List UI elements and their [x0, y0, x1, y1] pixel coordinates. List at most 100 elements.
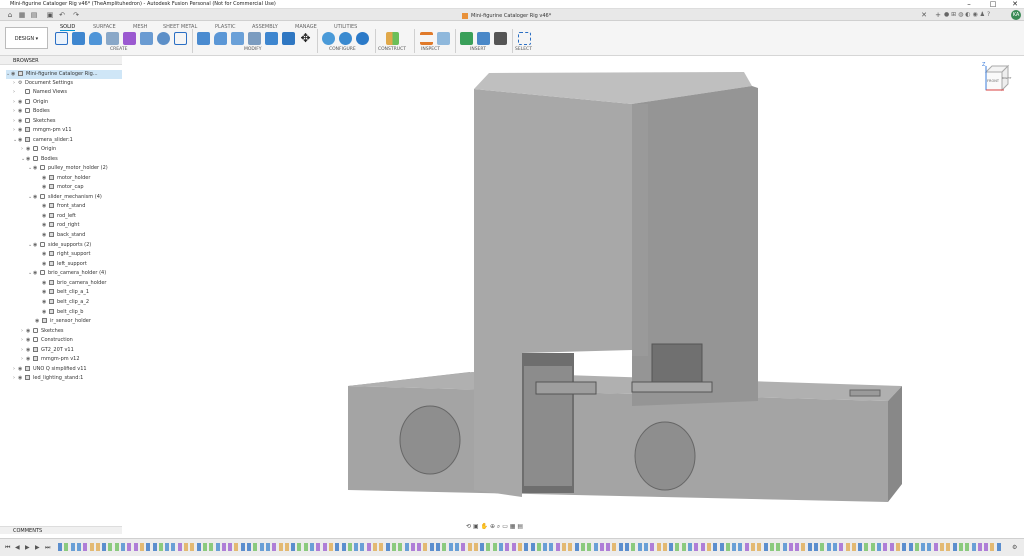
document-tab[interactable]: Mini-figurine Cataloger Rig v46*	[462, 11, 551, 21]
timeline-feature-icon[interactable]	[499, 543, 503, 551]
tree-node[interactable]: ◉ rod_right	[37, 221, 79, 230]
timeline-feature-icon[interactable]	[209, 543, 214, 551]
timeline-feature-icon[interactable]	[706, 543, 711, 551]
timeline-feature-icon[interactable]	[536, 543, 541, 551]
timeline-feature-icon[interactable]	[58, 543, 62, 551]
tree-node[interactable]: ⌄◉ slider_mechanism (4)	[28, 193, 102, 202]
timeline-feature-icon[interactable]	[423, 543, 428, 551]
tab-solid[interactable]: SOLID	[60, 24, 76, 31]
timeline-feature-icon[interactable]	[247, 543, 251, 551]
measure-icon[interactable]	[420, 32, 433, 45]
timeline-feature-icon[interactable]	[839, 543, 844, 551]
timeline-feature-icon[interactable]	[877, 543, 881, 551]
timeline-feature-icon[interactable]	[549, 543, 554, 551]
eye-icon[interactable]: ◉	[26, 346, 33, 355]
timeline-feature-icon[interactable]	[895, 543, 900, 551]
eye-icon[interactable]: ◉	[42, 221, 49, 230]
shell-icon[interactable]	[248, 32, 261, 45]
modify-group-label[interactable]: MODIFY	[244, 47, 262, 52]
form-icon[interactable]	[123, 32, 136, 45]
press-pull-icon[interactable]	[197, 32, 210, 45]
configure-table-icon[interactable]	[339, 32, 352, 45]
tree-node[interactable]: ◉ motor_holder	[37, 174, 90, 183]
timeline-feature-icon[interactable]	[574, 543, 579, 551]
tree-node[interactable]: › ◉ GT2_20T v11	[21, 346, 74, 355]
view-cube[interactable]: Z FRONT RIGHT	[982, 62, 1012, 96]
timeline-feature-icon[interactable]	[158, 543, 163, 551]
timeline-feature-icon[interactable]	[133, 543, 138, 551]
timeline-feature-icon[interactable]	[473, 543, 478, 551]
timeline-feature-icon[interactable]	[914, 543, 919, 551]
timeline-feature-icon[interactable]	[625, 543, 629, 551]
offset-face-icon[interactable]	[282, 32, 295, 45]
timeline-feature-icon[interactable]	[889, 543, 894, 551]
timeline-feature-icon[interactable]	[883, 543, 888, 551]
tree-node[interactable]: › ⚙ Document Settings	[13, 79, 73, 88]
tab-assembly[interactable]: ASSEMBLY	[252, 24, 278, 30]
timeline-feature-icon[interactable]	[700, 543, 705, 551]
timeline-feature-icon[interactable]	[776, 543, 781, 551]
bounding-box-icon[interactable]	[174, 32, 187, 45]
timeline-feature-icon[interactable]	[259, 543, 264, 551]
timeline-feature-icon[interactable]	[593, 543, 598, 551]
revolve-icon[interactable]	[89, 32, 102, 45]
timeline-feature-icon[interactable]	[303, 543, 308, 551]
tab-utilities[interactable]: UTILITIES	[334, 24, 357, 30]
timeline-feature-icon[interactable]	[618, 543, 623, 551]
timeline-feature-icon[interactable]	[341, 543, 346, 551]
timeline-feature-icon[interactable]	[221, 543, 226, 551]
timeline-feature-icon[interactable]	[177, 543, 182, 551]
timeline-feature-icon[interactable]	[851, 543, 856, 551]
eye-icon[interactable]: ◉	[18, 136, 25, 145]
timeline-feature-icon[interactable]	[429, 543, 434, 551]
timeline-feature-icon[interactable]	[297, 543, 302, 551]
configure-parameters-icon[interactable]	[322, 32, 335, 45]
timeline-feature-icon[interactable]	[751, 543, 755, 551]
user-avatar[interactable]: KA	[1011, 10, 1021, 20]
eye-icon[interactable]: ◉	[42, 250, 49, 259]
timeline-feature-icon[interactable]	[202, 543, 207, 551]
timeline-feature-icon[interactable]	[272, 543, 277, 551]
tree-node[interactable]: ◉ right_support	[37, 250, 90, 259]
timeline-feature-icon[interactable]	[505, 543, 510, 551]
timeline-feature-icon[interactable]	[310, 543, 314, 551]
comments-panel[interactable]: COMMENTS	[0, 526, 122, 534]
timeline-feature-icon[interactable]	[555, 543, 560, 551]
timeline-feature-icon[interactable]	[927, 543, 932, 551]
eye-icon[interactable]: ◉	[18, 107, 25, 116]
pattern-icon[interactable]	[157, 32, 170, 45]
step-forward-button[interactable]: ▶	[35, 544, 40, 551]
timeline-feature-icon[interactable]	[681, 543, 686, 551]
eye-icon[interactable]: ◉	[33, 193, 40, 202]
timeline-feature-icon[interactable]	[83, 543, 88, 551]
chamfer-icon[interactable]	[231, 32, 244, 45]
eye-icon[interactable]: ◉	[26, 327, 33, 336]
viewports-icon[interactable]: ▤	[517, 523, 523, 530]
timeline-feature-icon[interactable]	[996, 543, 1001, 551]
timeline-feature-icon[interactable]	[190, 543, 195, 551]
timeline-feature-icon[interactable]	[373, 543, 377, 551]
timeline-feature-icon[interactable]	[347, 543, 352, 551]
timeline-feature-icon[interactable]	[379, 543, 384, 551]
tree-node[interactable]: ◉ belt_clip_b	[37, 308, 83, 317]
data-panel-icon[interactable]: ◐	[965, 11, 970, 18]
construct-group-label[interactable]: CONSTRUCT	[378, 47, 406, 52]
step-back-button[interactable]: ◀	[15, 544, 20, 551]
tree-node[interactable]: ◉ front_stand	[37, 202, 85, 211]
tree-node[interactable]: ◉ ir_sensor_holder	[30, 317, 91, 326]
timeline-feature-icon[interactable]	[524, 543, 529, 551]
timeline-feature-icon[interactable]	[788, 543, 793, 551]
timeline-feature-icon[interactable]	[492, 543, 497, 551]
zoom-icon[interactable]: ⊕	[490, 523, 495, 530]
extrude-icon[interactable]	[72, 32, 85, 45]
timeline-feature-icon[interactable]	[864, 543, 869, 551]
tab-plastic[interactable]: PLASTIC	[215, 24, 236, 30]
timeline-feature-icon[interactable]	[64, 543, 69, 551]
timeline-feature-icon[interactable]	[971, 543, 976, 551]
tree-node[interactable]: ◉ back_stand	[37, 231, 85, 240]
tree-node[interactable]: ◉ brio_camera_holder	[37, 279, 106, 288]
timeline-feature-icon[interactable]	[234, 543, 239, 551]
timeline-feature-icon[interactable]	[845, 543, 850, 551]
timeline-feature-icon[interactable]	[832, 543, 837, 551]
notifications-icon[interactable]: ♟	[980, 11, 985, 18]
